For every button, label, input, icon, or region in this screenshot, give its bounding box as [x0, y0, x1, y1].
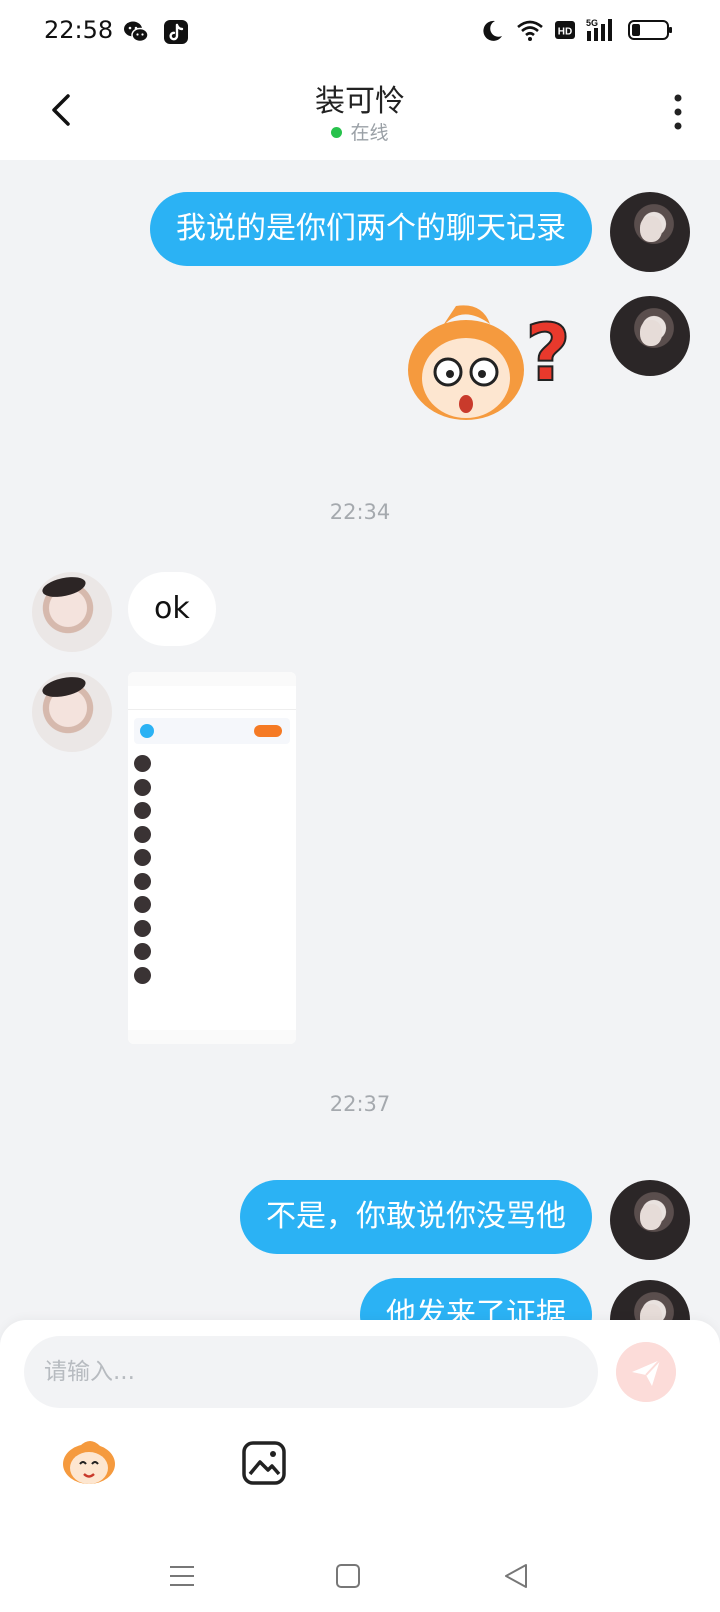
confused-monkey-sticker[interactable]: ? — [400, 300, 586, 428]
moon-icon — [483, 20, 502, 41]
network-label: 5G — [586, 18, 598, 28]
message-bubble-outgoing[interactable]: 不是，你敢说你没骂他 — [240, 1180, 592, 1254]
message-bubble-outgoing[interactable]: 他发来了证据 — [360, 1278, 592, 1320]
wifi-icon — [517, 20, 543, 41]
avatar-contact[interactable] — [32, 672, 112, 752]
svg-text:?: ? — [525, 309, 570, 399]
more-options-button[interactable] — [666, 90, 690, 134]
send-button[interactable] — [616, 1342, 676, 1402]
message-input[interactable] — [24, 1336, 598, 1408]
presence-label: 在线 — [350, 122, 389, 144]
status-time: 22:58 — [44, 16, 114, 44]
message-list[interactable]: 我说的是你们两个的聊天记录 ? 22:34 ok 22:37 不是，你敢说你没骂… — [0, 160, 720, 1320]
message-bubble-incoming[interactable]: ok — [128, 572, 216, 646]
avatar-self[interactable] — [610, 296, 690, 376]
avatar-self[interactable] — [610, 1280, 690, 1320]
status-bar: 22:58 HD 5G — [0, 0, 720, 64]
sticker-icon[interactable] — [60, 1438, 118, 1486]
avatar-self[interactable] — [610, 192, 690, 272]
message-bubble-outgoing[interactable]: 我说的是你们两个的聊天记录 — [150, 192, 592, 266]
avatar-contact[interactable] — [32, 572, 112, 652]
hd-label: HD — [558, 27, 572, 38]
home-nav-button[interactable] — [332, 1560, 364, 1592]
presence-status: 在线 — [0, 118, 720, 145]
5g-signal-icon: 5G — [586, 18, 612, 41]
chat-header: 装可怜 在线 — [0, 64, 720, 160]
menu-nav-button[interactable] — [166, 1560, 198, 1592]
back-nav-button[interactable] — [500, 1560, 532, 1592]
battery-icon — [628, 20, 672, 40]
system-nav-bar — [0, 1540, 720, 1612]
avatar-self[interactable] — [610, 1180, 690, 1260]
image-picker-icon[interactable] — [241, 1440, 287, 1486]
timestamp: 22:34 — [329, 500, 391, 524]
timestamp: 22:37 — [329, 1092, 391, 1116]
wechat-icon — [124, 21, 149, 43]
hd-icon: HD — [555, 21, 575, 39]
chat-screenshot-image[interactable] — [128, 672, 296, 1044]
tiktok-icon — [164, 20, 188, 44]
contact-name: 装可怜 — [315, 84, 405, 119]
online-dot-icon — [331, 127, 343, 138]
